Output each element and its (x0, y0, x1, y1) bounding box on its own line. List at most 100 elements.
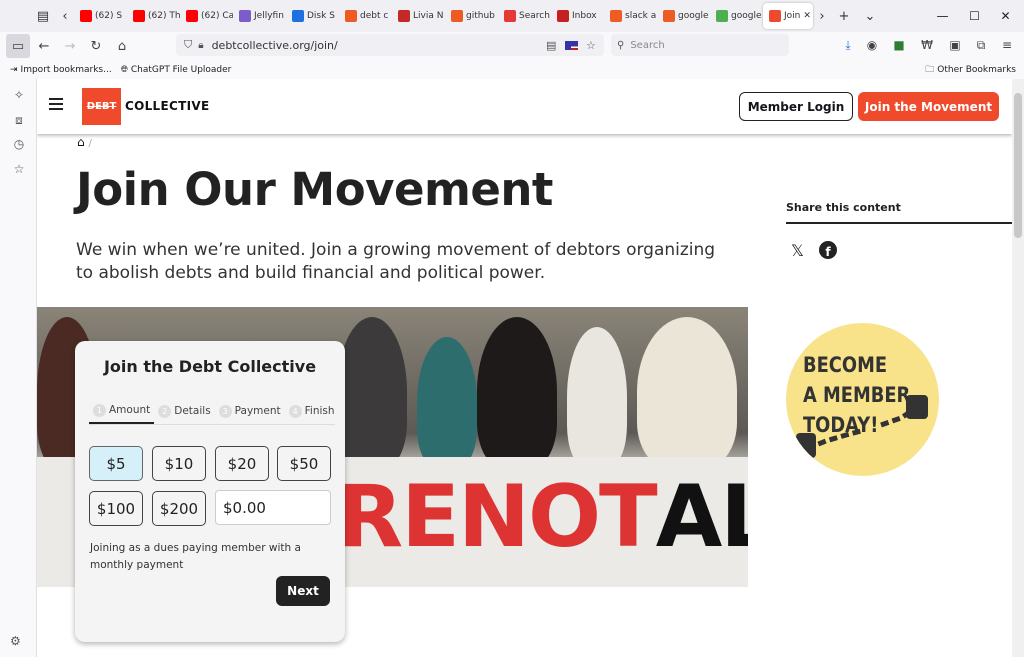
custom-amount-input[interactable]: $0.00 (215, 490, 331, 525)
bookmark-chatgpt[interactable]: ChatGPT File Uploader (131, 65, 232, 75)
amount-50-button[interactable]: $50 (277, 446, 331, 481)
become-member-promo[interactable]: BECOME A MEMBER TODAY! (786, 323, 939, 476)
back-icon[interactable]: ← (32, 34, 56, 58)
tab-favicon-icon (504, 10, 516, 22)
tab-scroll-left-icon[interactable]: ‹ (56, 3, 74, 29)
tab-overview-icon[interactable]: ▤ (30, 3, 56, 29)
extensions-puzzle-icon[interactable]: ⧉ (972, 36, 990, 54)
tab-favicon-icon (769, 10, 781, 22)
extension-w-icon[interactable]: ₩ (918, 36, 936, 54)
browser-tab-bar: ▤ ‹ (62) S (62) Th (62) Ca Jellyfin Disk S de… (0, 0, 1024, 32)
step-number: 3 (218, 404, 232, 418)
browser-tab[interactable]: Join ✕ (763, 3, 813, 29)
browser-tab[interactable]: github (445, 3, 498, 29)
tab-favicon-icon (345, 10, 357, 22)
new-tab-icon[interactable]: + (831, 3, 857, 29)
browser-tab[interactable]: debt c (339, 3, 392, 29)
extension-green-icon[interactable]: ■ (890, 36, 908, 54)
scrollbar-thumb[interactable] (1014, 93, 1022, 238)
x-twitter-icon[interactable]: 𝕏 (791, 241, 804, 260)
amount-5-button[interactable]: $5 (89, 446, 143, 481)
step-number: 1 (93, 403, 106, 417)
search-bar[interactable]: ⚲ Search (611, 34, 789, 56)
settings-gear-icon[interactable]: ⚙ (10, 634, 21, 648)
close-window-icon[interactable]: ✕ (983, 0, 1024, 32)
lock-icon: 🔒︎ (198, 39, 204, 51)
tab-favicon-icon (451, 10, 463, 22)
step-details[interactable]: 2 Details (154, 398, 214, 424)
step-label: Amount (109, 404, 151, 416)
member-login-button[interactable]: Member Login (739, 92, 853, 121)
close-tab-icon[interactable]: ✕ (803, 11, 811, 21)
search-placeholder: Search (630, 39, 665, 51)
logo-text[interactable]: COLLECTIVE (125, 99, 209, 113)
hamburger-menu-icon[interactable] (49, 98, 63, 110)
debt-logo-mark[interactable]: DEBT (82, 88, 121, 125)
step-payment[interactable]: 3 Payment (215, 398, 285, 424)
menu-icon[interactable]: ≡ (998, 36, 1016, 54)
facebook-icon[interactable]: f (819, 241, 837, 259)
bookmark-star-icon[interactable]: ☆ (586, 39, 596, 52)
browser-tab[interactable]: (62) Th (127, 3, 180, 29)
account-icon[interactable]: ◉ (863, 36, 881, 54)
step-amount[interactable]: 1 Amount (89, 398, 155, 424)
browser-tab[interactable]: google (657, 3, 710, 29)
tab-favicon-icon (610, 10, 622, 22)
join-movement-button[interactable]: Join the Movement (858, 92, 999, 121)
tab-label: Join (784, 11, 801, 21)
browser-tab[interactable]: Jellyfin (233, 3, 286, 29)
tab-label: Search (519, 11, 550, 21)
ai-chat-icon[interactable]: ✧ (10, 86, 28, 104)
tab-label: Disk S (307, 11, 335, 21)
browser-tab[interactable]: (62) Ca (180, 3, 233, 29)
tab-list-icon[interactable]: ⌄ (857, 3, 883, 29)
home-icon[interactable]: ⌂ (110, 34, 134, 58)
downloads-icon[interactable]: ⤓ (839, 36, 857, 54)
form-title: Join the Debt Collective (103, 357, 317, 376)
bookmarks-bar: ⇥ Import bookmarks... 🌐︎ ChatGPT File Up… (0, 60, 1024, 79)
browser-tab[interactable]: (62) S (74, 3, 127, 29)
tab-label: google (731, 11, 762, 21)
join-form-card: Join the Debt Collective 1 Amount 2 Detail… (75, 341, 345, 642)
reload-icon[interactable]: ↻ (84, 34, 108, 58)
form-steps: 1 Amount 2 Details 3 Payment 4 Finish (89, 398, 335, 424)
browser-tab[interactable]: google (710, 3, 763, 29)
tab-favicon-icon (80, 10, 92, 22)
synced-tabs-icon[interactable]: ⧈ (10, 111, 28, 129)
browser-tab[interactable]: Livia N (392, 3, 445, 29)
bookmark-other[interactable]: Other Bookmarks (937, 65, 1016, 75)
browser-sidebar: ✧ ⧈ ◷ ☆ (0, 79, 37, 657)
forward-icon[interactable]: → (58, 34, 82, 58)
browser-tab[interactable]: Inbox (551, 3, 604, 29)
url-bar[interactable]: ⛉ 🔒︎ debtcollective.org/join/ ▤ ☆ (176, 34, 604, 56)
extension-box-icon[interactable]: ▣ (946, 36, 964, 54)
browser-tab[interactable]: Search (498, 3, 551, 29)
page-scrollbar[interactable] (1012, 79, 1024, 657)
breadcrumb-home-icon[interactable]: ⌂ / (77, 135, 92, 149)
bookmarks-icon[interactable]: ☆ (10, 160, 28, 178)
browser-tab[interactable]: Disk S (286, 3, 339, 29)
bookmark-import[interactable]: Import bookmarks... (21, 65, 112, 75)
tab-label: slack a (625, 11, 657, 21)
history-icon[interactable]: ◷ (10, 135, 28, 153)
sidebar-toggle-icon[interactable]: ▭ (6, 34, 30, 58)
tab-label: (62) Ca (201, 11, 233, 21)
step-number: 2 (158, 404, 172, 418)
step-finish[interactable]: 4 Finish (285, 398, 339, 424)
amount-100-button[interactable]: $100 (89, 491, 143, 526)
site-header: DEBT COLLECTIVE Member Login Join the Mo… (37, 79, 1012, 134)
folder-icon: 🗀 (925, 64, 935, 75)
tab-scroll-right-icon[interactable]: › (813, 3, 831, 29)
next-button[interactable]: Next (276, 576, 330, 606)
tab-label: Inbox (572, 11, 597, 21)
amount-200-button[interactable]: $200 (152, 491, 206, 526)
step-number: 4 (288, 404, 302, 418)
browser-tab[interactable]: slack a (604, 3, 657, 29)
reader-view-icon[interactable]: ▤ (546, 39, 556, 52)
amount-20-button[interactable]: $20 (215, 446, 269, 481)
amount-10-button[interactable]: $10 (152, 446, 206, 481)
tab-label: google (678, 11, 709, 21)
search-icon: ⚲ (617, 39, 625, 51)
tab-label: Livia N (413, 11, 444, 21)
tab-label: github (466, 11, 495, 21)
